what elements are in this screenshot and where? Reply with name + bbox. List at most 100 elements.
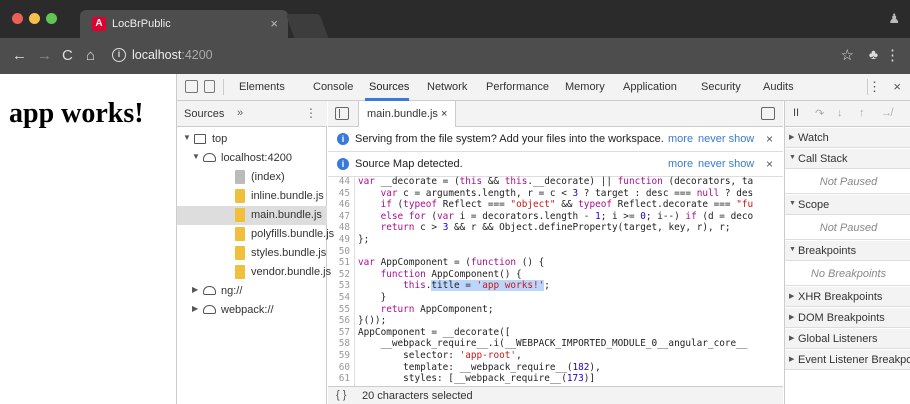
navigator-menu-icon[interactable]: ⋮	[305, 106, 317, 120]
pane-breakpoints[interactable]: ▼ Breakpoints	[785, 241, 910, 261]
code-line[interactable]: 57 AppComponent = __decorate([	[328, 327, 783, 338]
tab-console[interactable]: Console	[313, 81, 353, 93]
code-line[interactable]: 49};	[328, 234, 783, 245]
bookmark-star-icon[interactable]: ☆	[841, 46, 854, 64]
expanded-triangle-icon[interactable]: ▼	[183, 133, 191, 142]
toggle-debugger-icon[interactable]	[761, 107, 775, 120]
minimize-window-button[interactable]	[29, 13, 40, 24]
tree-item[interactable]: ▶ ng://	[177, 282, 327, 301]
line-number[interactable]: 55	[328, 304, 350, 315]
tree-item[interactable]: ▼ localhost:4200	[177, 149, 327, 168]
code-line[interactable]: 53 this.title = 'app works!';	[328, 280, 783, 292]
code-line[interactable]: 50	[328, 246, 783, 257]
code-line[interactable]: 55 return AppComponent;	[328, 304, 783, 315]
code-line[interactable]: 56}());	[328, 315, 783, 326]
line-number[interactable]: 57	[328, 327, 350, 338]
forward-arrow-icon[interactable]: →	[37, 47, 52, 65]
line-number[interactable]: 54	[328, 292, 350, 303]
navigator-tab-sources[interactable]: Sources	[184, 108, 224, 120]
line-number[interactable]: 61	[328, 373, 350, 384]
pane-call-stack[interactable]: ▼ Call Stack	[785, 149, 910, 169]
close-icon[interactable]: ×	[766, 157, 773, 171]
more-tabs-icon[interactable]: »	[237, 107, 243, 119]
tab-memory[interactable]: Memory	[565, 81, 605, 93]
toggle-navigator-icon[interactable]	[335, 107, 349, 120]
devtools-close-icon[interactable]: ×	[893, 79, 901, 94]
more-link[interactable]: more	[668, 133, 693, 145]
line-number[interactable]: 47	[328, 211, 350, 222]
line-number[interactable]: 58	[328, 338, 350, 349]
code-line[interactable]: 58 __webpack_require__.i(__WEBPACK_IMPOR…	[328, 338, 783, 349]
never-show-link[interactable]: never show	[698, 133, 754, 145]
extension-icon[interactable]: ♣	[869, 46, 878, 62]
device-toolbar-icon[interactable]	[204, 80, 215, 93]
expanded-triangle-icon[interactable]: ▼	[192, 152, 200, 161]
line-number[interactable]: 44	[328, 176, 350, 187]
editor-file-tab[interactable]: main.bundle.js ×	[358, 101, 457, 127]
line-number[interactable]: 49	[328, 234, 350, 245]
pane-event-listener-breakpoints[interactable]: ▶Event Listener Breakpoints	[785, 350, 910, 370]
line-number[interactable]: 56	[328, 315, 350, 326]
step-out-icon[interactable]: ↑	[859, 107, 865, 119]
profile-icon[interactable]: ♟	[888, 11, 900, 27]
tree-item[interactable]: main.bundle.js	[177, 206, 327, 225]
step-icon[interactable]: ↛	[881, 107, 892, 119]
browser-menu-icon[interactable]: ⋮	[885, 46, 900, 64]
line-number[interactable]: 46	[328, 199, 350, 210]
pane-xhr-breakpoints[interactable]: ▶ XHR Breakpoints	[785, 287, 910, 307]
line-number[interactable]: 45	[328, 188, 350, 199]
code-line[interactable]: 61 styles: [__webpack_require__(173)]	[328, 373, 783, 384]
site-info-icon[interactable]: i	[112, 48, 126, 62]
code-view[interactable]: 44 var __decorate = (this && this.__decor…	[328, 176, 783, 386]
reload-icon[interactable]: C	[62, 47, 73, 65]
tree-item[interactable]: vendor.bundle.js	[177, 263, 331, 282]
line-number[interactable]: 51	[328, 257, 350, 268]
collapsed-triangle-icon[interactable]: ▶	[192, 304, 198, 313]
pane-dom-breakpoints[interactable]: ▶ DOM Breakpoints	[785, 308, 910, 328]
back-arrow-icon[interactable]: ←	[12, 47, 27, 65]
maximize-window-button[interactable]	[46, 13, 57, 24]
browser-tab[interactable]: A LocBrPublic ×	[80, 10, 288, 38]
new-tab-button[interactable]	[285, 14, 329, 38]
pane-global-listeners[interactable]: ▶ Global Listeners	[785, 329, 910, 349]
pretty-print-icon[interactable]: { }	[336, 389, 346, 401]
code-line[interactable]: 51 var AppComponent = (function () {	[328, 257, 783, 268]
home-icon[interactable]: ⌂	[86, 47, 95, 65]
inspect-element-icon[interactable]	[185, 80, 198, 93]
line-number[interactable]: 59	[328, 350, 350, 361]
line-number[interactable]: 48	[328, 222, 350, 233]
code-line[interactable]: 46 if (typeof Reflect === "object" && ty…	[328, 199, 783, 210]
line-number[interactable]: 53	[328, 280, 350, 291]
code-line[interactable]: 60 template: __webpack_require__(182),	[328, 362, 783, 373]
tab-security[interactable]: Security	[701, 81, 741, 93]
tree-item[interactable]: polyfills.bundle.js	[177, 225, 334, 244]
close-icon[interactable]: ×	[766, 132, 773, 146]
code-line[interactable]: 47 else for (var i = decorators.length -…	[328, 211, 783, 222]
pause-icon[interactable]: II	[793, 107, 799, 119]
collapsed-triangle-icon[interactable]: ▶	[192, 285, 198, 294]
code-line[interactable]: 45 var c = arguments.length, r = c < 3 ?…	[328, 188, 783, 199]
tab-audits[interactable]: Audits	[763, 81, 794, 93]
step-over-icon[interactable]: ↷	[815, 107, 824, 120]
line-number[interactable]: 52	[328, 269, 350, 280]
tree-item[interactable]: ▼ top	[177, 130, 327, 149]
tree-item[interactable]: (index)	[177, 168, 327, 187]
code-line[interactable]: 52 function AppComponent() {	[328, 269, 783, 280]
tab-sources[interactable]: Sources	[369, 81, 409, 93]
line-number[interactable]: 60	[328, 362, 350, 373]
more-link[interactable]: more	[668, 158, 693, 170]
close-window-button[interactable]	[12, 13, 23, 24]
code-line[interactable]: 59 selector: 'app-root',	[328, 350, 783, 361]
tab-application[interactable]: Application	[623, 81, 677, 93]
code-line[interactable]: 48 return c > 3 && r && Object.definePro…	[328, 222, 783, 233]
tab-close-icon[interactable]: ×	[270, 16, 278, 31]
tree-item[interactable]: ▶ webpack://	[177, 301, 327, 320]
code-line[interactable]: 44 var __decorate = (this && this.__decor…	[328, 176, 783, 187]
tab-performance[interactable]: Performance	[486, 81, 549, 93]
line-number[interactable]: 50	[328, 246, 350, 257]
tree-item[interactable]: styles.bundle.js	[177, 244, 327, 263]
code-line[interactable]: 54 }	[328, 292, 783, 303]
tab-network[interactable]: Network	[427, 81, 467, 93]
tab-elements[interactable]: Elements	[239, 81, 285, 93]
tree-item[interactable]: inline.bundle.js	[177, 187, 327, 206]
